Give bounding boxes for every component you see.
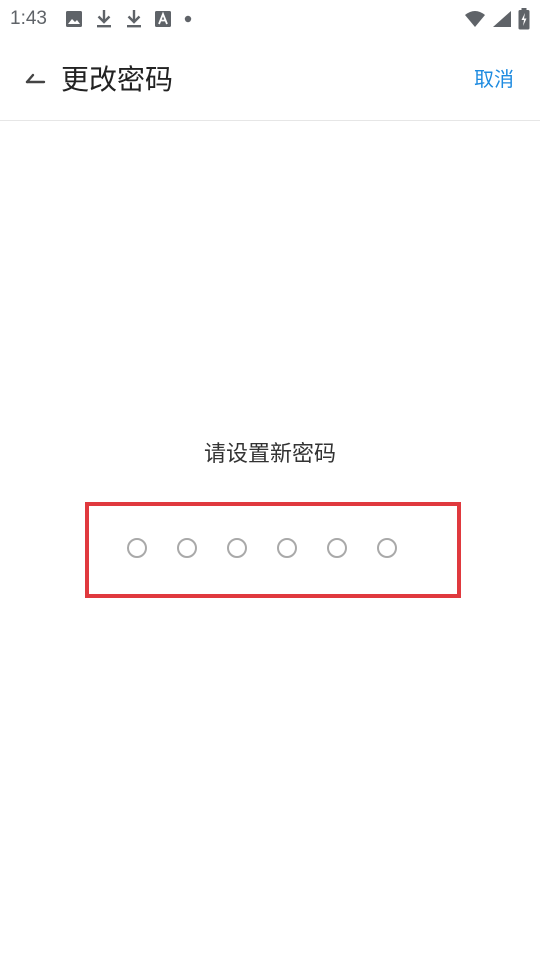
image-icon [65, 10, 83, 28]
status-time: 1:43 [10, 8, 47, 29]
back-arrow-icon [23, 69, 47, 89]
font-icon [154, 11, 171, 27]
pin-dot [277, 538, 297, 558]
pin-dot [127, 538, 147, 558]
status-left: 1:43 [10, 6, 193, 32]
status-bar: 1:43 [0, 0, 540, 38]
pin-dots [127, 538, 397, 558]
page-title: 更改密码 [61, 63, 174, 96]
pin-entry-box[interactable] [85, 502, 461, 598]
pin-dot [177, 538, 197, 558]
screen: 1:43 更改密码 取消 请设置新密码 [0, 0, 540, 960]
signal-icon [492, 10, 512, 28]
pin-dot [377, 538, 397, 558]
back-button[interactable] [18, 65, 52, 93]
cancel-button[interactable]: 取消 [474, 65, 514, 93]
dot-icon [183, 14, 193, 24]
wifi-icon [464, 10, 486, 28]
app-bar: 更改密码 取消 [0, 38, 540, 121]
download-icon [95, 9, 113, 29]
download-icon [125, 9, 143, 29]
battery-charging-icon [518, 8, 530, 30]
pin-dot [327, 538, 347, 558]
pin-dot [227, 538, 247, 558]
pin-prompt: 请设置新密码 [203, 442, 336, 467]
status-right [464, 6, 530, 32]
